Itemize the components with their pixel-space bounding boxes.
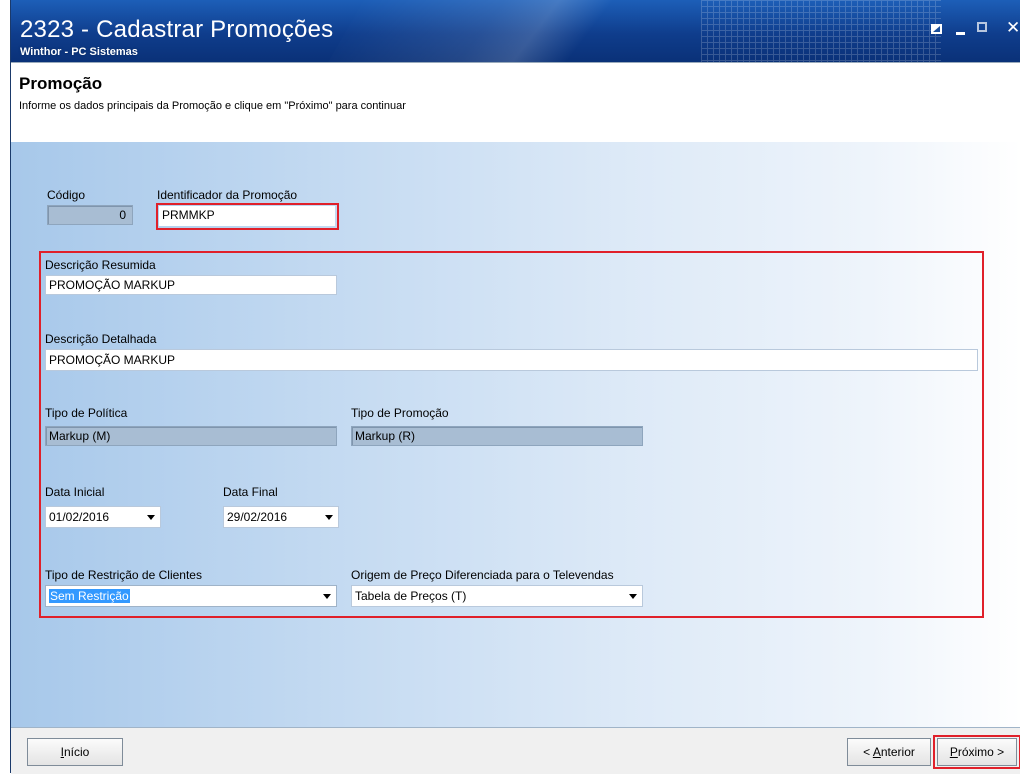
data-final-label: Data Final <box>223 485 278 499</box>
proximo-button[interactable]: Próximo > <box>937 738 1017 766</box>
tipo-promocao-label: Tipo de Promoção <box>351 406 449 420</box>
origem-preco-label: Origem de Preço Diferenciada para o Tele… <box>351 568 614 582</box>
window-title: 2323 - Cadastrar Promoções <box>20 16 334 43</box>
close-icon[interactable]: ✕ <box>1006 18 1020 38</box>
data-final-value: 29/02/2016 <box>227 510 288 524</box>
tipo-politica-label: Tipo de Política <box>45 406 128 420</box>
chevron-down-icon[interactable] <box>325 515 333 520</box>
descricao-detalhada-input[interactable]: PROMOÇÃO MARKUP <box>45 349 978 371</box>
data-final-dropdown[interactable]: 29/02/2016 <box>223 506 339 528</box>
codigo-field: 0 <box>47 205 133 225</box>
form-panel: Código 0 Identificador da Promoção PRMMK… <box>11 142 1020 727</box>
tipo-restricao-label: Tipo de Restrição de Clientes <box>45 568 202 582</box>
tipo-politica-field: Markup (M) <box>45 426 337 446</box>
data-inicial-dropdown[interactable]: 01/02/2016 <box>45 506 161 528</box>
descricao-resumida-input[interactable]: PROMOÇÃO MARKUP <box>45 275 337 295</box>
title-bar-decoration <box>306 0 716 62</box>
restore-icon[interactable] <box>931 24 942 34</box>
chevron-down-icon[interactable] <box>629 594 637 599</box>
wizard-footer: Início < Anterior Próximo > <box>11 727 1020 774</box>
title-bar-pattern <box>701 0 941 62</box>
wizard-header: Promoção Informe os dados principais da … <box>11 62 1020 143</box>
title-bar[interactable]: 2323 - Cadastrar Promoções Winthor - PC … <box>11 0 1020 62</box>
data-inicial-value: 01/02/2016 <box>49 510 110 524</box>
descricao-resumida-label: Descrição Resumida <box>45 258 156 272</box>
anterior-button[interactable]: < Anterior <box>847 738 931 766</box>
minimize-icon[interactable] <box>956 32 965 35</box>
origem-preco-value: Tabela de Preços (T) <box>355 589 467 603</box>
chevron-down-icon[interactable] <box>323 594 331 599</box>
tipo-restricao-value: Sem Restrição <box>49 589 130 603</box>
origem-preco-dropdown[interactable]: Tabela de Preços (T) <box>351 585 643 607</box>
window-subtitle: Winthor - PC Sistemas <box>20 46 138 58</box>
tipo-restricao-dropdown[interactable]: Sem Restrição <box>45 585 337 607</box>
codigo-label: Código <box>47 188 86 202</box>
page-description: Informe os dados principais da Promoção … <box>19 100 406 112</box>
inicio-button[interactable]: Início <box>27 738 123 766</box>
maximize-icon[interactable] <box>977 22 987 32</box>
tipo-promocao-field: Markup (R) <box>351 426 643 446</box>
page-title: Promoção <box>19 74 103 93</box>
descricao-detalhada-label: Descrição Detalhada <box>45 332 157 346</box>
chevron-down-icon[interactable] <box>147 515 155 520</box>
app-window: 2323 - Cadastrar Promoções Winthor - PC … <box>10 0 1020 774</box>
data-inicial-label: Data Inicial <box>45 485 105 499</box>
identificador-label: Identificador da Promoção <box>157 188 298 202</box>
identificador-input[interactable]: PRMMKP <box>159 206 335 226</box>
